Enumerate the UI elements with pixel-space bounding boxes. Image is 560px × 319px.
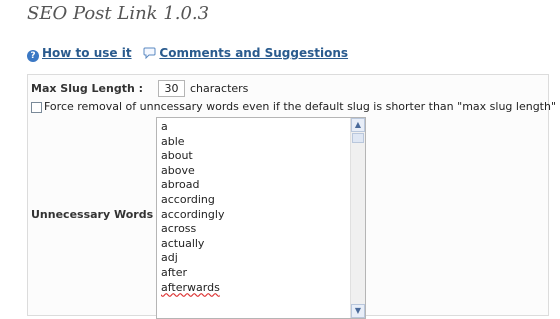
word-item: adj [161, 251, 178, 265]
unnecessary-words-label: Unnecessary Words : [31, 208, 162, 221]
word-item: about [161, 149, 193, 163]
unnecessary-words-textarea[interactable]: a able about above abroad according accordingl… [156, 117, 366, 319]
force-removal-checkbox[interactable] [31, 102, 42, 113]
max-slug-label: Max Slug Length : [31, 82, 144, 95]
how-to-use-link[interactable]: How to use it [42, 46, 132, 60]
page-title: SEO Post Link 1.0.3 [27, 3, 210, 24]
scroll-up-arrow-icon[interactable]: ▲ [351, 118, 365, 132]
max-slug-unit: characters [190, 82, 249, 95]
word-item: a [161, 120, 168, 133]
comments-suggestions-link[interactable]: Comments and Suggestions [159, 46, 348, 60]
max-slug-input[interactable]: 30 [158, 80, 185, 97]
word-item: according [161, 192, 215, 206]
word-item: across [161, 222, 197, 236]
settings-panel: Max Slug Length : 30 characters Force re… [27, 74, 556, 319]
word-item: above [161, 163, 195, 177]
word-item: accordingly [161, 207, 225, 221]
scroll-down-arrow-icon[interactable]: ▼ [351, 304, 365, 318]
help-icon: ? [27, 50, 39, 62]
word-item: actually [161, 236, 205, 250]
word-item: abroad [161, 178, 200, 192]
words-scrollbar[interactable]: ▲ ▼ [350, 118, 365, 318]
word-item: afterwards [161, 280, 220, 294]
scroll-thumb[interactable] [352, 133, 364, 143]
unnecessary-words-list: a able about above abroad according accordingl… [161, 120, 224, 295]
force-removal-label: Force removal of unncessary words even i… [44, 100, 557, 113]
comment-bubble-icon [143, 47, 156, 62]
word-item: after [161, 265, 188, 279]
help-links: ? How to use it Comments and Suggestions [27, 46, 348, 62]
word-item: able [161, 134, 185, 148]
